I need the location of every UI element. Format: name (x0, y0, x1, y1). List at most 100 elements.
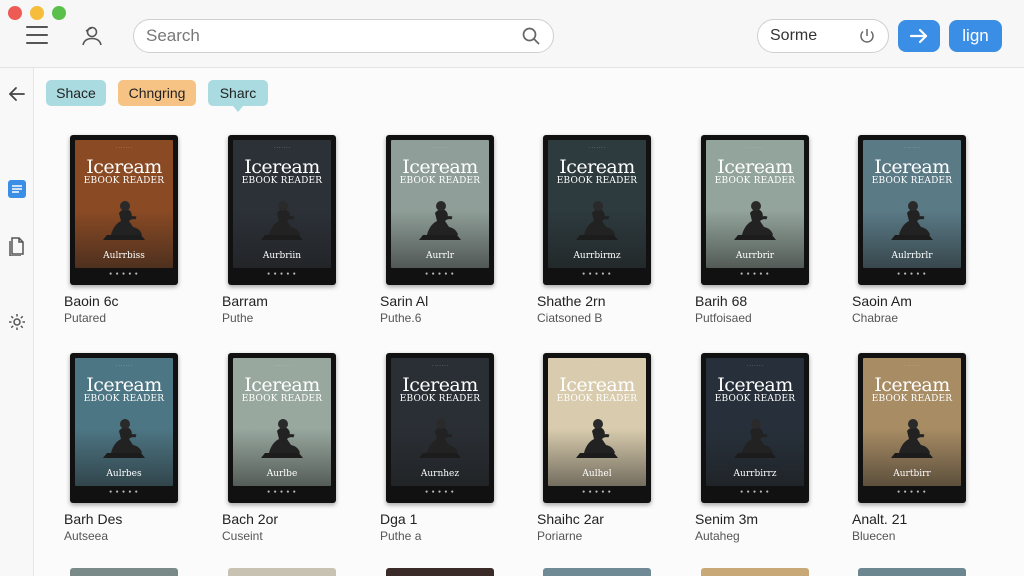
book-cover[interactable]: · · · · · · · Iceream EBOOK READER Aulrbes ●… (70, 353, 178, 503)
cover-tagline: · · · · · · · (589, 145, 605, 150)
cover-title: Iceream (244, 374, 320, 396)
book-title[interactable]: Baoin 6c (64, 293, 118, 309)
book-title[interactable]: Senim 3m (695, 511, 758, 527)
cover-subtitle: EBOOK READER (241, 176, 323, 186)
settings-gear-icon[interactable] (7, 312, 27, 332)
book-cover[interactable]: · · · · · · · Iceream EBOOK READER Aurrlr ● … (386, 135, 494, 285)
top-toolbar: Sorme lign (0, 0, 1024, 68)
cover-tagline: · · · · · · · (904, 363, 920, 368)
book-cover-art: · · · · · · · Iceream EBOOK READER Aurnhez (391, 358, 489, 486)
cover-title: Iceream (559, 156, 635, 178)
document-icon[interactable] (7, 236, 27, 256)
book-subtitle: Puthe.6 (380, 311, 422, 325)
book-title[interactable]: Shaihc 2ar (537, 511, 604, 527)
book-title[interactable]: Bach 2or (222, 511, 278, 527)
filter-chip-active[interactable]: Sharc (208, 80, 268, 112)
book-cover[interactable]: · · · · · · · Iceream EBOOK READER Aurbriin… (228, 135, 336, 285)
sort-dropdown[interactable]: Sorme (757, 19, 889, 53)
cover-tagline: · · · · · · · (116, 363, 132, 368)
cover-title: Iceream (874, 374, 950, 396)
cover-figure-illustration (419, 201, 461, 240)
cover-title: Iceream (874, 156, 950, 178)
book-cover[interactable]: · · · · · · · Iceream EBOOK READER Aulrrbrl… (858, 135, 966, 285)
back-arrow-icon[interactable] (7, 84, 27, 104)
cover-subtitle: EBOOK READER (83, 176, 165, 186)
cover-footer-dots: ● ● ● ● ● (267, 489, 297, 495)
search-input[interactable] (146, 26, 521, 46)
cover-figure-illustration (419, 419, 461, 458)
cover-footer-dots: ● ● ● ● ● (740, 489, 770, 495)
book-title[interactable]: Barram (222, 293, 268, 309)
book-subtitle: Autaheg (695, 529, 740, 543)
cover-figure-illustration (576, 201, 618, 240)
forward-arrow-button[interactable] (898, 20, 940, 52)
cover-author: Aulrrbrlr (891, 251, 933, 261)
cover-tagline: · · · · · · · (274, 363, 290, 368)
cover-tagline: · · · · · · · (432, 363, 448, 368)
book-title[interactable]: Shathe 2rn (537, 293, 606, 309)
book-subtitle: Cuseint (222, 529, 263, 543)
cover-title: Iceream (402, 374, 478, 396)
search-icon[interactable] (521, 26, 541, 46)
cover-subtitle: EBOOK READER (871, 394, 953, 404)
book-title[interactable]: Barh Des (64, 511, 122, 527)
cover-footer-dots: ● ● ● ● ● (740, 271, 770, 277)
cover-author: Aurbriin (262, 251, 302, 261)
cover-footer-dots: ● ● ● ● ● (897, 271, 927, 277)
cover-subtitle: EBOOK READER (714, 176, 796, 186)
book-cover-art: · · · · · · · Iceream EBOOK READER Aurrbrir (706, 140, 804, 268)
book-cover-art: · · · · · · · Iceream EBOOK READER Aulrbes (75, 358, 173, 486)
book-cover[interactable]: · · · · · · · Iceream EBOOK READER Aurtbirr… (858, 353, 966, 503)
cover-footer-dots: ● ● ● ● ● (425, 271, 455, 277)
book-cover[interactable]: · · · · · · · Iceream EBOOK READER Aurnhez ●… (386, 353, 494, 503)
cover-subtitle: EBOOK READER (399, 394, 481, 404)
book-title[interactable]: Barih 68 (695, 293, 747, 309)
left-sidebar (0, 68, 34, 576)
cover-figure-illustration (103, 201, 145, 240)
cover-tagline: · · · · · · · (274, 145, 290, 150)
app-window: Sorme lign Shace Chngri (0, 0, 1024, 576)
search-bar[interactable] (133, 19, 554, 53)
cover-figure-illustration (103, 419, 145, 458)
filter-chip[interactable]: Chngring (118, 80, 196, 106)
hamburger-menu-icon[interactable] (26, 26, 48, 44)
book-cover[interactable]: · · · · · · · Iceream EBOOK READER Aurlbe ● … (228, 353, 336, 503)
book-title[interactable]: Dga 1 (380, 511, 417, 527)
sort-label: Sorme (770, 27, 818, 44)
cover-subtitle: EBOOK READER (714, 394, 796, 404)
maximize-window-button[interactable] (52, 6, 66, 20)
cover-author: Aurlbe (266, 469, 298, 479)
book-cover[interactable]: · · · · · · · Iceream EBOOK READER Aurrbrir… (701, 135, 809, 285)
book-cover-partial (386, 568, 494, 576)
cover-subtitle: EBOOK READER (556, 394, 638, 404)
minimize-window-button[interactable] (30, 6, 44, 20)
cover-title: Iceream (402, 156, 478, 178)
cover-tagline: · · · · · · · (116, 145, 132, 150)
book-title[interactable]: Analt. 21 (852, 511, 907, 527)
cover-figure-illustration (734, 201, 776, 240)
book-cover[interactable]: · · · · · · · Iceream EBOOK READER Aurrbirm… (543, 135, 651, 285)
close-window-button[interactable] (8, 6, 22, 20)
login-button[interactable]: lign (949, 20, 1002, 52)
book-cover[interactable]: · · · · · · · Iceream EBOOK READER Aulhel ● … (543, 353, 651, 503)
user-profile-icon[interactable] (80, 24, 104, 48)
book-cover[interactable]: · · · · · · · Iceream EBOOK READER Aulrrbis… (70, 135, 178, 285)
library-icon[interactable] (7, 179, 27, 199)
book-subtitle: Chabrae (852, 311, 899, 325)
book-subtitle: Bluecen (852, 529, 896, 543)
book-cover[interactable]: · · · · · · · Iceream EBOOK READER Aurrbirr… (701, 353, 809, 503)
cover-author: Aurrbirmz (573, 251, 621, 261)
book-subtitle: Autseea (64, 529, 109, 543)
cover-subtitle: EBOOK READER (871, 176, 953, 186)
arrow-right-icon (909, 28, 928, 44)
window-controls (8, 6, 66, 20)
book-title[interactable]: Saoin Am (852, 293, 912, 309)
book-subtitle: Putfoisaed (695, 311, 752, 325)
filter-chip[interactable]: Shace (46, 80, 106, 106)
book-cover-partial (858, 568, 966, 576)
cover-footer-dots: ● ● ● ● ● (109, 489, 139, 495)
book-cover-art: · · · · · · · Iceream EBOOK READER Aurlbe (233, 358, 331, 486)
cover-author: Aurtbirr (893, 469, 931, 479)
cover-title: Iceream (86, 156, 162, 178)
book-title[interactable]: Sarin Al (380, 293, 428, 309)
